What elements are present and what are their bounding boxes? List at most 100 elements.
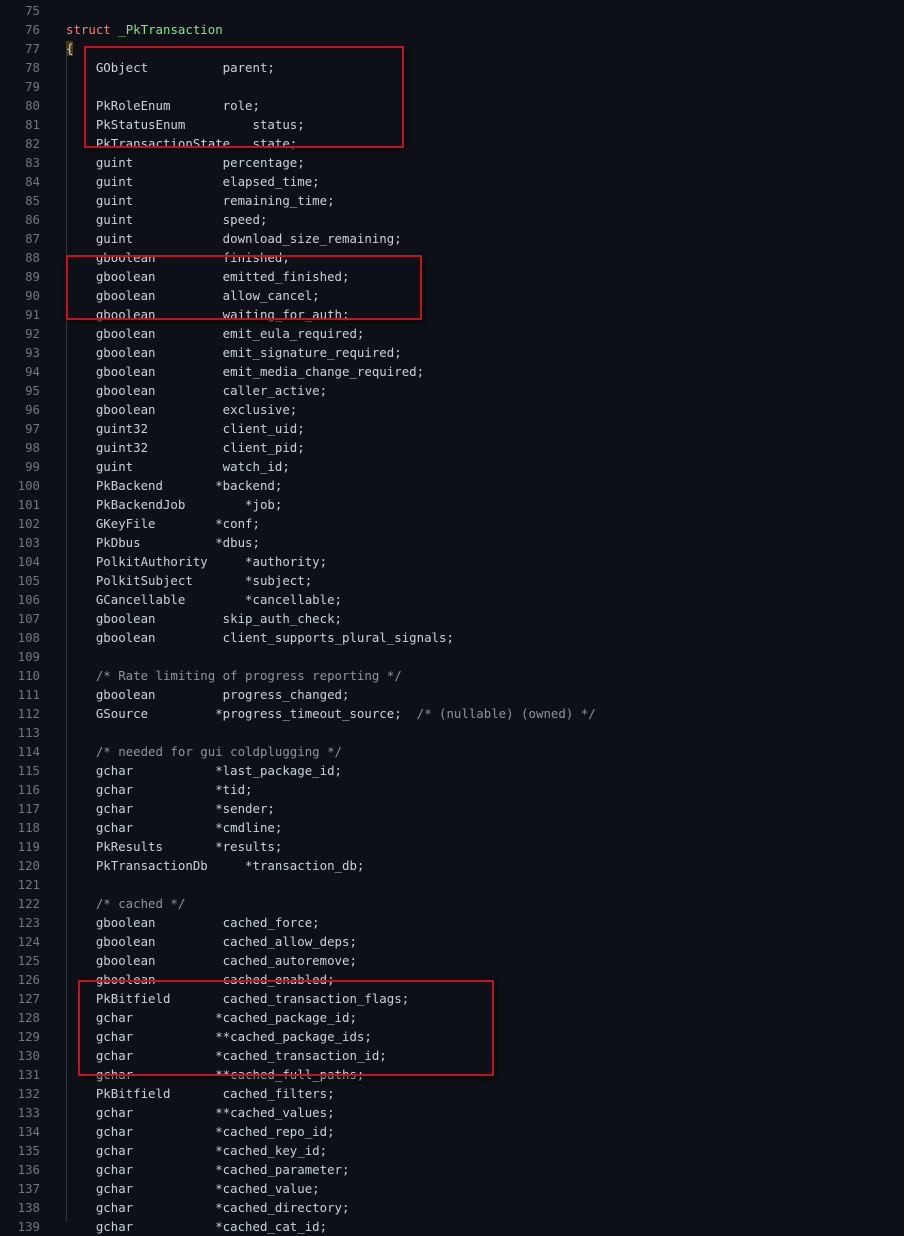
code-line: 88 gboolean finished; bbox=[0, 248, 904, 267]
line-number: 98 bbox=[25, 440, 40, 455]
line-number: 78 bbox=[25, 60, 40, 75]
line-number: 121 bbox=[17, 877, 40, 892]
line-number: 138 bbox=[17, 1200, 40, 1215]
code-line: 101 PkBackendJob *job; bbox=[0, 495, 904, 514]
code-line: 104 PolkitAuthority *authority; bbox=[0, 552, 904, 571]
code-text: /* Rate limiting of progress reporting *… bbox=[66, 666, 402, 685]
code-text: gboolean waiting_for_auth; bbox=[66, 305, 350, 324]
code-content: gchar *cached_directory; bbox=[66, 1200, 350, 1215]
code-content: guint32 client_pid; bbox=[66, 440, 305, 455]
struct-name: _PkTransaction bbox=[118, 22, 223, 37]
line-number: 95 bbox=[25, 383, 40, 398]
code-line: 133 gchar **cached_values; bbox=[0, 1103, 904, 1122]
code-content: PkRoleEnum role; bbox=[66, 98, 260, 113]
code-content: guint watch_id; bbox=[66, 459, 290, 474]
code-content: gboolean emit_media_change_required; bbox=[66, 364, 425, 379]
code-content: guint percentage; bbox=[66, 155, 305, 170]
line-number: 99 bbox=[25, 459, 40, 474]
code-content: guint elapsed_time; bbox=[66, 174, 320, 189]
line-number: 107 bbox=[17, 611, 40, 626]
code-content: PkTransactionState state; bbox=[66, 136, 298, 151]
code-text: guint percentage; bbox=[66, 153, 305, 172]
code-line: 79 bbox=[0, 77, 904, 96]
code-content: gboolean allow_cancel; bbox=[66, 288, 320, 303]
line-number: 128 bbox=[17, 1010, 40, 1025]
code-line: 110 /* Rate limiting of progress reporti… bbox=[0, 666, 904, 685]
code-text: gboolean cached_allow_deps; bbox=[66, 932, 357, 951]
code-text: gchar *cached_value; bbox=[66, 1179, 320, 1198]
code-line: 111 gboolean progress_changed; bbox=[0, 685, 904, 704]
code-content: gboolean emitted_finished; bbox=[66, 269, 350, 284]
code-text: gboolean client_supports_plural_signals; bbox=[66, 628, 454, 647]
line-number: 94 bbox=[25, 364, 40, 379]
code-line: 96 gboolean exclusive; bbox=[0, 400, 904, 419]
code-text: gboolean cached_force; bbox=[66, 913, 320, 932]
code-line: 105 PolkitSubject *subject; bbox=[0, 571, 904, 590]
code-text: gboolean skip_auth_check; bbox=[66, 609, 342, 628]
code-content: PkDbus *dbus; bbox=[66, 535, 260, 550]
line-number: 93 bbox=[25, 345, 40, 360]
code-line: 132 PkBitfield cached_filters; bbox=[0, 1084, 904, 1103]
code-text: gchar *cached_transaction_id; bbox=[66, 1046, 387, 1065]
code-text: PkBitfield cached_filters; bbox=[66, 1084, 335, 1103]
code-content: gchar *cached_cat_id; bbox=[66, 1219, 328, 1234]
code-text: struct _PkTransaction bbox=[66, 20, 223, 39]
code-line: 102 GKeyFile *conf; bbox=[0, 514, 904, 533]
line-number: 105 bbox=[17, 573, 40, 588]
code-content: gchar *cached_transaction_id; bbox=[66, 1048, 387, 1063]
code-content: gboolean cached_force; bbox=[66, 915, 320, 930]
code-content: guint32 client_uid; bbox=[66, 421, 305, 436]
code-line: 107 gboolean skip_auth_check; bbox=[0, 609, 904, 628]
line-number: 79 bbox=[25, 79, 40, 94]
code-text: gchar *cached_repo_id; bbox=[66, 1122, 335, 1141]
code-text: /* cached */ bbox=[66, 894, 186, 913]
code-text: gboolean finished; bbox=[66, 248, 290, 267]
line-number: 84 bbox=[25, 174, 40, 189]
line-number: 134 bbox=[17, 1124, 40, 1139]
code-text: GObject parent; bbox=[66, 58, 275, 77]
code-line: 137 gchar *cached_value; bbox=[0, 1179, 904, 1198]
code-content: gchar *last_package_id; bbox=[66, 763, 343, 778]
line-number: 120 bbox=[17, 858, 40, 873]
code-line: 113 bbox=[0, 723, 904, 742]
line-number: 119 bbox=[17, 839, 40, 854]
code-content: PkBackendJob *job; bbox=[66, 497, 283, 512]
code-text: gchar *sender; bbox=[66, 799, 275, 818]
code-text: gboolean emitted_finished; bbox=[66, 267, 350, 286]
code-line: 122 /* cached */ bbox=[0, 894, 904, 913]
code-line: 118 gchar *cmdline; bbox=[0, 818, 904, 837]
keyword-struct: struct bbox=[66, 22, 111, 37]
code-line: 112 GSource *progress_timeout_source; /*… bbox=[0, 704, 904, 723]
code-text: { bbox=[66, 39, 74, 58]
code-line: 130 gchar *cached_transaction_id; bbox=[0, 1046, 904, 1065]
code-content: gboolean waiting_for_auth; bbox=[66, 307, 350, 322]
code-content: gchar *tid; bbox=[66, 782, 253, 797]
code-content: gboolean cached_allow_deps; bbox=[66, 934, 357, 949]
code-line: 136 gchar *cached_parameter; bbox=[0, 1160, 904, 1179]
code-content: gboolean cached_autoremove; bbox=[66, 953, 357, 968]
line-number: 118 bbox=[17, 820, 40, 835]
code-content: gboolean emit_signature_required; bbox=[66, 345, 402, 360]
line-number: 88 bbox=[25, 250, 40, 265]
code-text: PkDbus *dbus; bbox=[66, 533, 260, 552]
code-line: 97 guint32 client_uid; bbox=[0, 419, 904, 438]
code-text: PolkitAuthority *authority; bbox=[66, 552, 327, 571]
code-text: guint32 client_pid; bbox=[66, 438, 305, 457]
code-line: 94 gboolean emit_media_change_required; bbox=[0, 362, 904, 381]
code-text: gchar *cached_package_id; bbox=[66, 1008, 357, 1027]
code-line: 78 GObject parent; bbox=[0, 58, 904, 77]
code-content: PkResults *results; bbox=[66, 839, 283, 854]
code-line: 85 guint remaining_time; bbox=[0, 191, 904, 210]
code-editor[interactable]: 75 76 struct _PkTransaction 77 {78 GObject p… bbox=[0, 1, 904, 1236]
code-line: 115 gchar *last_package_id; bbox=[0, 761, 904, 780]
code-text: guint download_size_remaining; bbox=[66, 229, 402, 248]
open-brace: { bbox=[66, 41, 74, 56]
line-number: 96 bbox=[25, 402, 40, 417]
code-text: gboolean allow_cancel; bbox=[66, 286, 320, 305]
line-number: 101 bbox=[17, 497, 40, 512]
line-number: 89 bbox=[25, 269, 40, 284]
code-content: PolkitSubject *subject; bbox=[66, 573, 313, 588]
code-content: gchar *cached_value; bbox=[66, 1181, 320, 1196]
code-text: PolkitSubject *subject; bbox=[66, 571, 312, 590]
line-number: 109 bbox=[17, 649, 40, 664]
